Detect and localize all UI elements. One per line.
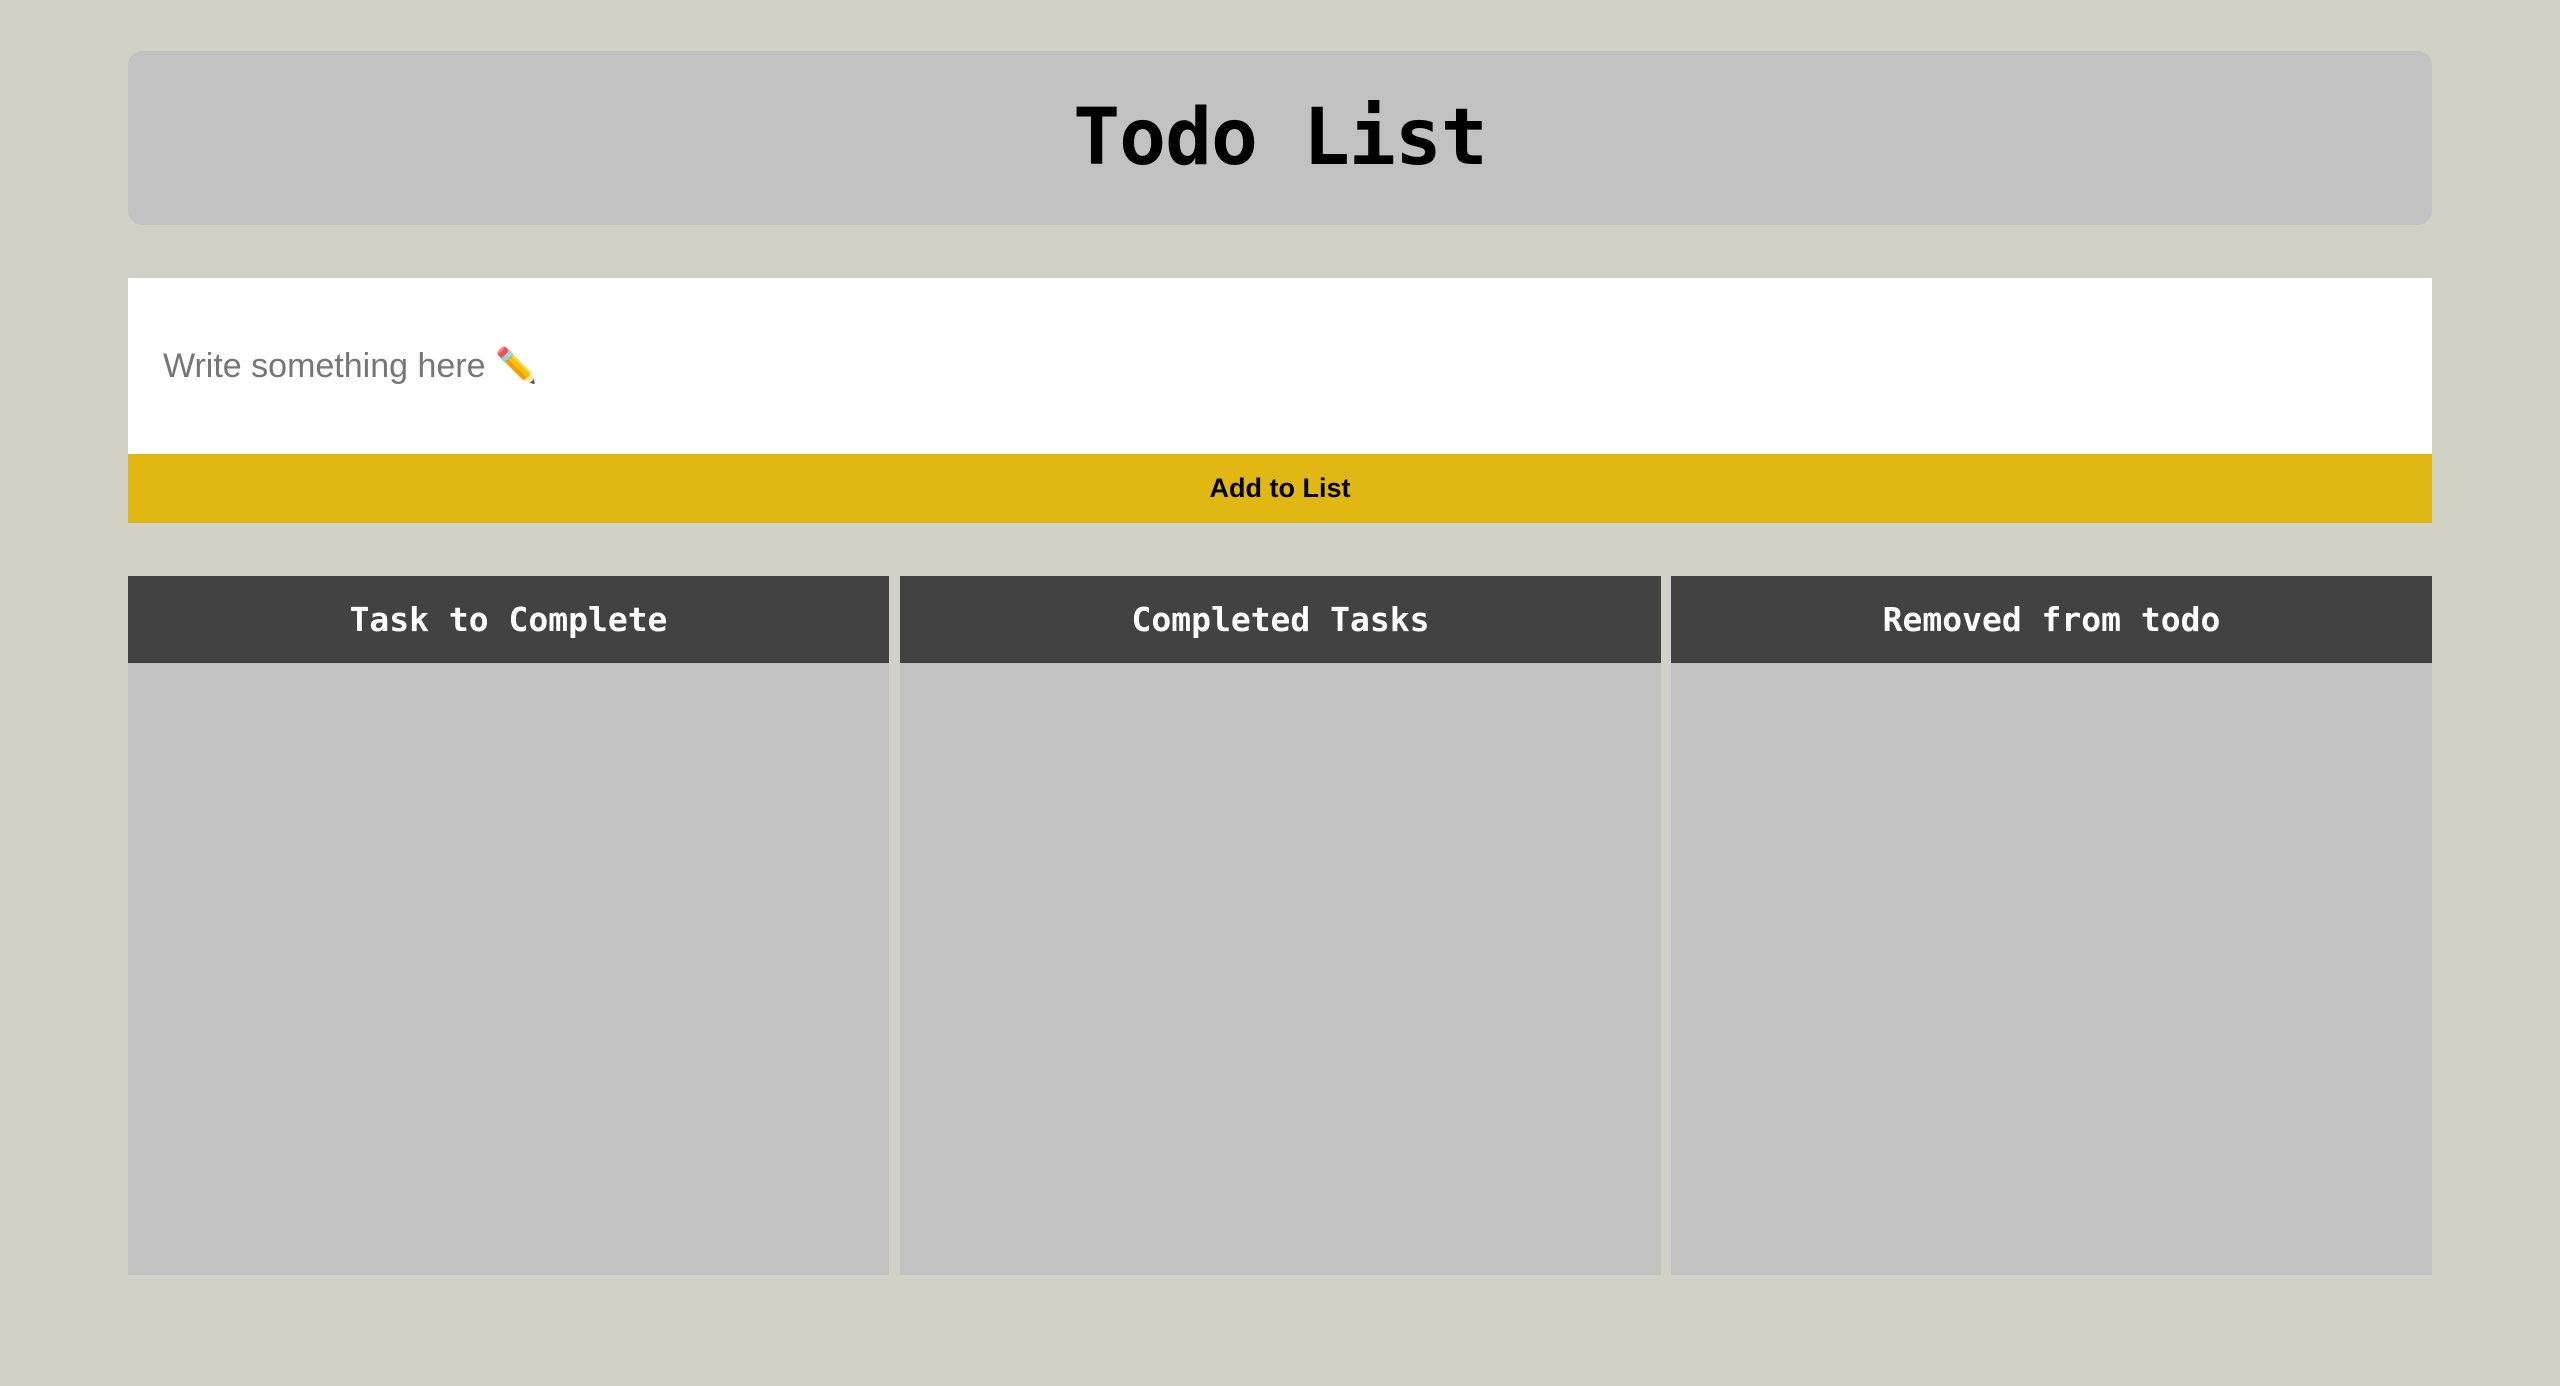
task-list-removed (1671, 663, 2432, 1275)
add-to-list-button[interactable]: Add to List (128, 454, 2432, 523)
column-header-removed-from-todo: Removed from todo (1671, 576, 2432, 663)
header-banner: Todo List (128, 51, 2432, 225)
column-completed-tasks: Completed Tasks (900, 576, 1661, 1275)
task-list-to-complete (128, 663, 889, 1275)
column-header-completed-tasks: Completed Tasks (900, 576, 1661, 663)
column-header-task-to-complete: Task to Complete (128, 576, 889, 663)
column-removed-from-todo: Removed from todo (1671, 576, 2432, 1275)
page-title: Todo List (1073, 93, 1488, 183)
task-input[interactable] (163, 336, 2363, 396)
task-list-completed (900, 663, 1661, 1275)
task-input-container (128, 278, 2432, 454)
column-task-to-complete: Task to Complete (128, 576, 889, 1275)
